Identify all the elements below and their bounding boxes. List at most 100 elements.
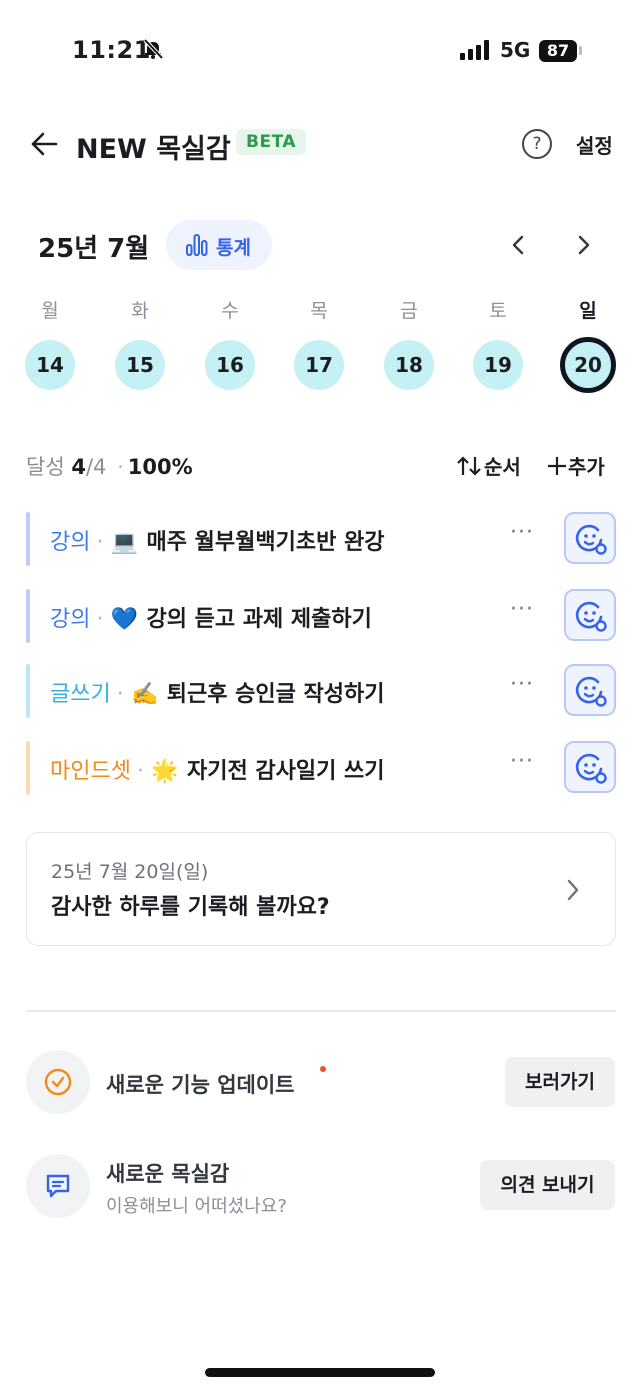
send-feedback-button[interactable]: 의견 보내기 — [480, 1160, 615, 1210]
weekday-mon: 월 — [41, 300, 59, 322]
settings-link[interactable]: 설정 — [576, 130, 613, 159]
weekday-thu: 목 — [310, 300, 328, 322]
task-category: 강의 — [50, 530, 91, 555]
bell-muted-icon — [143, 38, 164, 60]
day-14[interactable]: 14 — [25, 340, 75, 390]
page-title: NEW 목실감 — [76, 134, 231, 165]
task-category: 마인드셋 — [50, 759, 131, 784]
weekday-fri: 금 — [400, 300, 418, 322]
day-19[interactable]: 19 — [473, 340, 523, 390]
task-category: 글쓰기 — [50, 682, 111, 707]
day-17[interactable]: 17 — [294, 340, 344, 390]
plus-icon — [548, 457, 566, 475]
gratitude-record-card[interactable]: 25년 7월 20일(일) 감사한 하루를 기록해 볼까요? — [26, 832, 616, 946]
task-separator: · — [96, 607, 104, 632]
weekday-sat: 토 — [489, 300, 507, 322]
battery-level: 87 — [539, 40, 577, 62]
task-feeling-button[interactable] — [564, 664, 616, 716]
order-button[interactable]: 순서 — [456, 451, 521, 480]
smiley-settings-icon — [575, 753, 607, 784]
achievement-percent: 100% — [127, 455, 193, 479]
month-label: 25년 7월 — [38, 234, 150, 264]
app-header: NEW 목실감 BETA ? 설정 — [0, 118, 640, 170]
task-name: 강의 듣고 과제 제출하기 — [146, 607, 372, 632]
weekday-tue: 화 — [131, 300, 149, 322]
add-label: 추가 — [568, 455, 605, 479]
signal-icon — [460, 40, 489, 60]
question-circle-icon[interactable]: ? — [522, 129, 552, 159]
arrow-left-icon[interactable] — [30, 130, 58, 158]
task-name: 퇴근후 승인글 작성하기 — [166, 682, 385, 707]
task-item[interactable]: 글쓰기 · ✍️ 퇴근후 승인글 작성하기 ··· — [26, 664, 616, 718]
task-color-bar — [26, 741, 30, 795]
achievement-total: /4 — [85, 455, 107, 479]
task-name: 매주 월부월백기초반 완강 — [146, 530, 385, 555]
task-color-bar — [26, 512, 30, 566]
chevron-right-icon — [567, 879, 579, 901]
smiley-settings-icon — [575, 524, 607, 555]
task-text: 글쓰기 · ✍️ 퇴근후 승인글 작성하기 — [50, 676, 384, 708]
achievement-summary: 달성 4/4 · 100% — [26, 451, 193, 481]
view-update-button[interactable]: 보러가기 — [505, 1057, 615, 1107]
chat-bubble-icon — [46, 1174, 70, 1198]
new-badge-dot — [320, 1066, 326, 1072]
weekday-sun: 일 — [579, 300, 597, 322]
task-item[interactable]: 마인드셋 · 🌟 자기전 감사일기 쓰기 ··· — [26, 741, 616, 795]
star-emoji: 🌟 — [151, 759, 179, 784]
status-time: 11:21 — [72, 36, 151, 64]
laptop-emoji: 💻 — [110, 530, 139, 555]
task-more-button[interactable]: ··· — [510, 749, 534, 774]
smiley-settings-icon — [575, 676, 607, 707]
task-feeling-button[interactable] — [564, 741, 616, 793]
blue-heart-emoji: 💙 — [110, 607, 139, 632]
day-16[interactable]: 16 — [205, 340, 255, 390]
status-bar: 11:21 5G 87 — [0, 0, 640, 100]
task-text: 마인드셋 · 🌟 자기전 감사일기 쓰기 — [50, 753, 384, 785]
task-text: 강의 · 💻 매주 월부월백기초반 완강 — [50, 524, 384, 556]
sort-arrows-icon — [457, 456, 481, 476]
chevron-left-icon[interactable] — [506, 231, 530, 259]
task-separator: · — [116, 682, 124, 707]
task-separator: · — [136, 759, 144, 784]
task-name: 자기전 감사일기 쓰기 — [186, 759, 385, 784]
feature-update-icon-wrap — [26, 1050, 90, 1114]
order-label: 순서 — [484, 455, 521, 479]
section-divider — [26, 1010, 616, 1012]
task-item[interactable]: 강의 · 💻 매주 월부월백기초반 완강 ··· — [26, 512, 616, 566]
writing-hand-emoji: ✍️ — [131, 682, 159, 707]
network-type: 5G — [500, 38, 531, 62]
home-indicator[interactable] — [205, 1368, 435, 1377]
check-circle-icon — [44, 1068, 72, 1096]
stats-button[interactable]: 통계 — [166, 220, 272, 270]
day-20-selected[interactable]: 20 — [560, 337, 616, 393]
day-15[interactable]: 15 — [115, 340, 165, 390]
record-prompt: 감사한 하루를 기록해 볼까요? — [51, 895, 330, 920]
task-feeling-button[interactable] — [564, 512, 616, 564]
weekday-wed: 수 — [221, 300, 239, 322]
task-feeling-button[interactable] — [564, 589, 616, 641]
achievement-label: 달성 — [26, 455, 65, 479]
task-color-bar — [26, 589, 30, 643]
add-button[interactable]: 추가 — [546, 451, 605, 480]
achievement-done: 4 — [71, 455, 86, 479]
task-item[interactable]: 강의 · 💙 강의 듣고 과제 제출하기 ··· — [26, 589, 616, 643]
task-more-button[interactable]: ··· — [510, 597, 534, 622]
achievement-separator: · — [117, 455, 124, 479]
stats-label: 통계 — [216, 237, 251, 259]
task-more-button[interactable]: ··· — [510, 672, 534, 697]
chevron-right-icon[interactable] — [572, 231, 596, 259]
feedback-subtitle: 이용해보니 어떠셨나요? — [106, 1196, 287, 1217]
task-separator: · — [96, 530, 104, 555]
bar-chart-icon — [186, 234, 208, 256]
beta-badge: BETA — [236, 129, 307, 155]
feature-update-title: 새로운 기능 업데이트 — [106, 1073, 295, 1097]
battery-tip — [579, 46, 582, 55]
task-category: 강의 — [50, 607, 91, 632]
day-18[interactable]: 18 — [384, 340, 434, 390]
feedback-title: 새로운 목실감 — [106, 1162, 230, 1186]
task-text: 강의 · 💙 강의 듣고 과제 제출하기 — [50, 601, 372, 633]
feedback-icon-wrap — [26, 1154, 90, 1218]
task-more-button[interactable]: ··· — [510, 520, 534, 545]
smiley-settings-icon — [575, 601, 607, 632]
task-color-bar — [26, 664, 30, 718]
